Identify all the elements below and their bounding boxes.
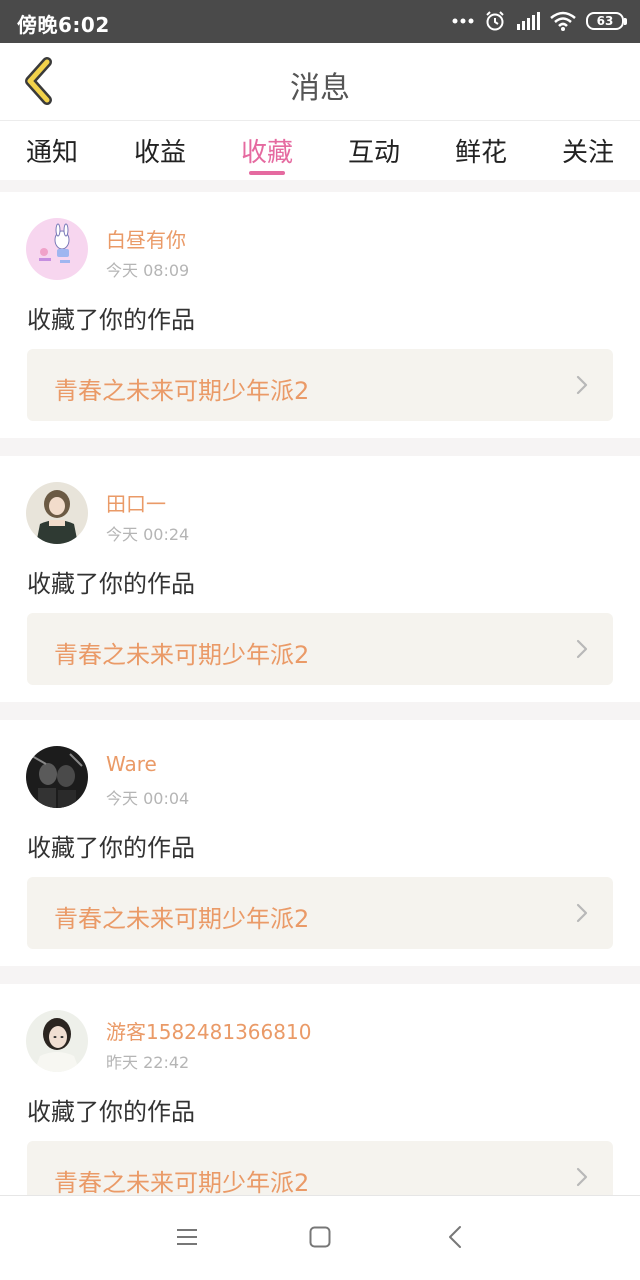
timestamp: 昨天 22:42 — [106, 1053, 190, 1072]
work-title: 青春之未来可期少年派2 — [54, 377, 310, 405]
avatar[interactable] — [26, 218, 88, 280]
girl-avatar-icon — [26, 482, 88, 544]
more-dots-icon — [452, 17, 474, 25]
list-item: 游客1582481366810 昨天 22:42 收藏了你的作品 青春之未来可期… — [0, 984, 640, 1195]
back-nav-button[interactable] — [435, 1222, 475, 1256]
status-time: 傍晚6:02 — [17, 13, 110, 37]
chevron-right-icon — [575, 638, 589, 664]
tab-earnings[interactable]: 收益 — [120, 132, 200, 169]
dark-photo-avatar-icon — [26, 746, 88, 808]
timestamp: 今天 00:24 — [106, 525, 190, 544]
work-link[interactable]: 青春之未来可期少年派2 — [27, 613, 613, 685]
alarm-icon — [484, 10, 506, 32]
status-icons: 63 — [452, 9, 627, 33]
portrait-avatar-icon — [26, 1010, 88, 1072]
avatar[interactable] — [26, 1010, 88, 1072]
work-link[interactable]: 青春之未来可期少年派2 — [27, 1141, 613, 1195]
chevron-right-icon — [575, 374, 589, 400]
action-text: 收藏了你的作品 — [27, 834, 195, 862]
username[interactable]: 游客1582481366810 — [106, 1016, 311, 1045]
home-square-icon — [309, 1226, 331, 1252]
list-item: Ware 今天 00:04 收藏了你的作品 青春之未来可期少年派2 — [0, 720, 640, 966]
tab-bar: 通知 收益 收藏 互动 鲜花 关注 — [0, 122, 640, 180]
avatar[interactable] — [26, 482, 88, 544]
back-arrow-icon — [447, 1225, 463, 1253]
chevron-right-icon — [575, 902, 589, 928]
list-item: 田口一 今天 00:24 收藏了你的作品 青春之未来可期少年派2 — [0, 456, 640, 702]
menu-icon — [176, 1227, 198, 1251]
tab-notifications[interactable]: 通知 — [12, 132, 92, 169]
timestamp: 今天 08:09 — [106, 261, 190, 280]
page-title: 消息 — [290, 71, 350, 106]
username[interactable]: 田口一 — [106, 488, 166, 517]
work-title: 青春之未来可期少年派2 — [54, 905, 310, 933]
wifi-icon — [550, 11, 576, 31]
tab-interactions[interactable]: 互动 — [334, 132, 414, 169]
active-tab-indicator — [249, 171, 285, 175]
tab-follows[interactable]: 关注 — [548, 132, 628, 169]
timestamp: 今天 00:04 — [106, 789, 190, 808]
work-link[interactable]: 青春之未来可期少年派2 — [27, 877, 613, 949]
status-bar: 傍晚6:02 63 — [0, 0, 640, 43]
system-nav-bar — [0, 1195, 640, 1280]
list-item: 白昼有你 今天 08:09 收藏了你的作品 青春之未来可期少年派2 — [0, 192, 640, 438]
username[interactable]: Ware — [106, 752, 157, 776]
battery-icon: 63 — [586, 12, 627, 30]
tab-flowers[interactable]: 鲜花 — [441, 132, 521, 169]
title-bar: 消息 — [0, 43, 640, 121]
tab-favorites[interactable]: 收藏 — [227, 132, 307, 169]
work-link[interactable]: 青春之未来可期少年派2 — [27, 349, 613, 421]
username[interactable]: 白昼有你 — [106, 224, 186, 253]
menu-button[interactable] — [167, 1222, 207, 1256]
action-text: 收藏了你的作品 — [27, 306, 195, 334]
bunny-avatar-icon — [26, 218, 88, 280]
action-text: 收藏了你的作品 — [27, 1098, 195, 1126]
action-text: 收藏了你的作品 — [27, 570, 195, 598]
chevron-right-icon — [575, 1166, 589, 1192]
work-title: 青春之未来可期少年派2 — [54, 641, 310, 669]
home-button[interactable] — [300, 1222, 340, 1256]
work-title: 青春之未来可期少年派2 — [54, 1169, 310, 1195]
signal-icon — [516, 12, 540, 30]
avatar[interactable] — [26, 746, 88, 808]
message-list[interactable]: 白昼有你 今天 08:09 收藏了你的作品 青春之未来可期少年派2 田口一 今天… — [0, 180, 640, 1195]
